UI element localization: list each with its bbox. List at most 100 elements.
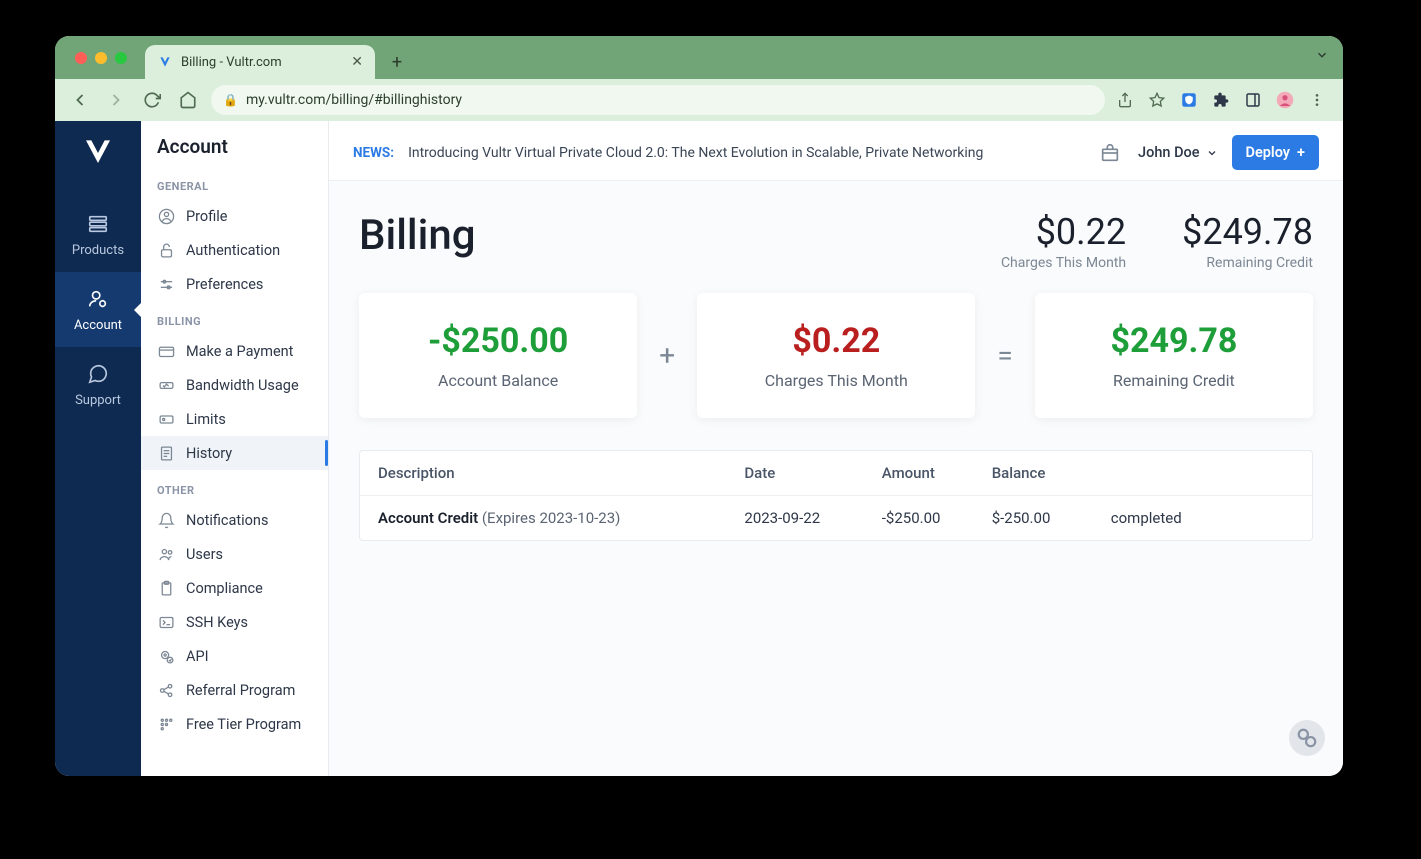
group-billing: BILLING: [141, 301, 328, 334]
url-field[interactable]: 🔒 my.vultr.com/billing/#billinghistory: [211, 85, 1105, 115]
promo-icon[interactable]: [1096, 139, 1124, 167]
sidebar-item-limits[interactable]: Limits: [141, 402, 328, 436]
home-button[interactable]: [175, 87, 201, 113]
card-balance: -$250.00 Account Balance: [359, 293, 637, 418]
sidepanel-icon[interactable]: [1243, 90, 1263, 110]
user-name: John Doe: [1138, 144, 1199, 161]
vultr-favicon-icon: [157, 54, 173, 70]
col-amount: Amount: [882, 464, 992, 482]
cell-status: completed: [1111, 509, 1294, 527]
page-header: Billing $0.22 Charges This Month $249.78…: [329, 181, 1343, 283]
sidebar-item-referral[interactable]: Referral Program: [141, 673, 328, 707]
extension-shield-icon[interactable]: [1179, 90, 1199, 110]
col-status: [1111, 464, 1294, 482]
plus-icon: +: [1297, 144, 1305, 161]
profile-avatar-icon[interactable]: [1275, 90, 1295, 110]
nav-label: Support: [75, 393, 121, 408]
sidebar-label: API: [186, 648, 209, 665]
chevron-down-icon: [1206, 147, 1218, 159]
stat-value: $0.22: [1001, 211, 1126, 253]
card-charges: $0.22 Charges This Month: [697, 293, 975, 418]
sidebar-item-preferences[interactable]: Preferences: [141, 267, 328, 301]
charges-label: Charges This Month: [717, 371, 955, 390]
sidebar-label: Users: [186, 546, 223, 563]
tab-bar: Billing - Vultr.com ✕ +: [55, 36, 1343, 79]
sidebar-item-ssh[interactable]: SSH Keys: [141, 605, 328, 639]
sliders-icon: [157, 275, 175, 293]
grid-icon: [157, 715, 175, 733]
sidebar-item-profile[interactable]: Profile: [141, 199, 328, 233]
stat-value: $249.78: [1182, 211, 1313, 253]
close-window-button[interactable]: [75, 52, 87, 64]
page-title: Billing: [359, 211, 476, 260]
kebab-menu-icon[interactable]: [1307, 90, 1327, 110]
sidebar-item-api[interactable]: API: [141, 639, 328, 673]
close-tab-icon[interactable]: ✕: [351, 54, 363, 70]
table-row: Account Credit (Expires 2023-10-23) 2023…: [360, 496, 1312, 540]
vultr-logo-icon[interactable]: [82, 135, 114, 167]
sidebar-item-compliance[interactable]: Compliance: [141, 571, 328, 605]
sidebar-label: SSH Keys: [186, 614, 248, 631]
help-fab[interactable]: [1289, 720, 1325, 756]
primary-nav: Products Account Support: [55, 121, 141, 776]
charges-amount: $0.22: [717, 321, 955, 361]
sidebar-label: Authentication: [186, 242, 280, 259]
sidebar-label: Limits: [186, 411, 226, 428]
toolbar-right: [1115, 90, 1331, 110]
sidebar-item-notifications[interactable]: Notifications: [141, 503, 328, 537]
plus-operator: +: [653, 339, 681, 372]
browser-tab[interactable]: Billing - Vultr.com ✕: [145, 45, 375, 79]
top-bar: NEWS: Introducing Vultr Virtual Private …: [329, 121, 1343, 181]
summary-cards: -$250.00 Account Balance + $0.22 Charges…: [329, 283, 1343, 442]
user-circle-icon: [157, 207, 175, 225]
server-icon: [85, 211, 111, 237]
sidebar-label: Compliance: [186, 580, 263, 597]
maximize-window-button[interactable]: [115, 52, 127, 64]
deploy-button[interactable]: Deploy +: [1232, 135, 1319, 170]
bookmark-star-icon[interactable]: [1147, 90, 1167, 110]
nav-products[interactable]: Products: [55, 197, 141, 272]
address-bar: 🔒 my.vultr.com/billing/#billinghistory: [55, 79, 1343, 121]
url-text: my.vultr.com/billing/#billinghistory: [246, 92, 462, 108]
sidebar-item-history[interactable]: History: [141, 436, 328, 470]
reload-button[interactable]: [139, 87, 165, 113]
history-table: Description Date Amount Balance Account …: [359, 450, 1313, 541]
sidebar-item-authentication[interactable]: Authentication: [141, 233, 328, 267]
balance-label: Account Balance: [379, 371, 617, 390]
sidebar-item-users[interactable]: Users: [141, 537, 328, 571]
col-balance: Balance: [992, 464, 1111, 482]
bell-icon: [157, 511, 175, 529]
nav-account[interactable]: Account: [55, 272, 141, 347]
gear-check-icon: [157, 647, 175, 665]
cell-date: 2023-09-22: [744, 509, 881, 527]
remaining-label: Remaining Credit: [1055, 371, 1293, 390]
app-content: Products Account Support Account GENERAL…: [55, 121, 1343, 776]
group-other: OTHER: [141, 470, 328, 503]
clipboard-icon: [157, 579, 175, 597]
col-date: Date: [744, 464, 881, 482]
share-nodes-icon: [157, 681, 175, 699]
main-panel: NEWS: Introducing Vultr Virtual Private …: [329, 121, 1343, 776]
sidebar-label: Notifications: [186, 512, 268, 529]
user-menu[interactable]: John Doe: [1138, 144, 1217, 161]
minimize-window-button[interactable]: [95, 52, 107, 64]
stat-label: Remaining Credit: [1182, 255, 1313, 271]
equals-operator: =: [991, 339, 1018, 372]
sidebar-item-make-payment[interactable]: Make a Payment: [141, 334, 328, 368]
lock-icon: [157, 241, 175, 259]
back-button[interactable]: [67, 87, 93, 113]
nav-support[interactable]: Support: [55, 347, 141, 422]
sidebar-title: Account: [141, 121, 328, 166]
news-tag: NEWS:: [353, 145, 394, 161]
new-tab-button[interactable]: +: [383, 48, 411, 76]
sidebar-item-free-tier[interactable]: Free Tier Program: [141, 707, 328, 741]
share-icon[interactable]: [1115, 90, 1135, 110]
col-description: Description: [378, 464, 744, 482]
news-link[interactable]: Introducing Vultr Virtual Private Cloud …: [408, 145, 983, 161]
extensions-puzzle-icon[interactable]: [1211, 90, 1231, 110]
nav-label: Products: [72, 243, 124, 258]
sidebar-item-bandwidth[interactable]: Bandwidth Usage: [141, 368, 328, 402]
tab-overflow-icon[interactable]: [1315, 48, 1329, 62]
forward-button[interactable]: [103, 87, 129, 113]
stat-label: Charges This Month: [1001, 255, 1126, 271]
